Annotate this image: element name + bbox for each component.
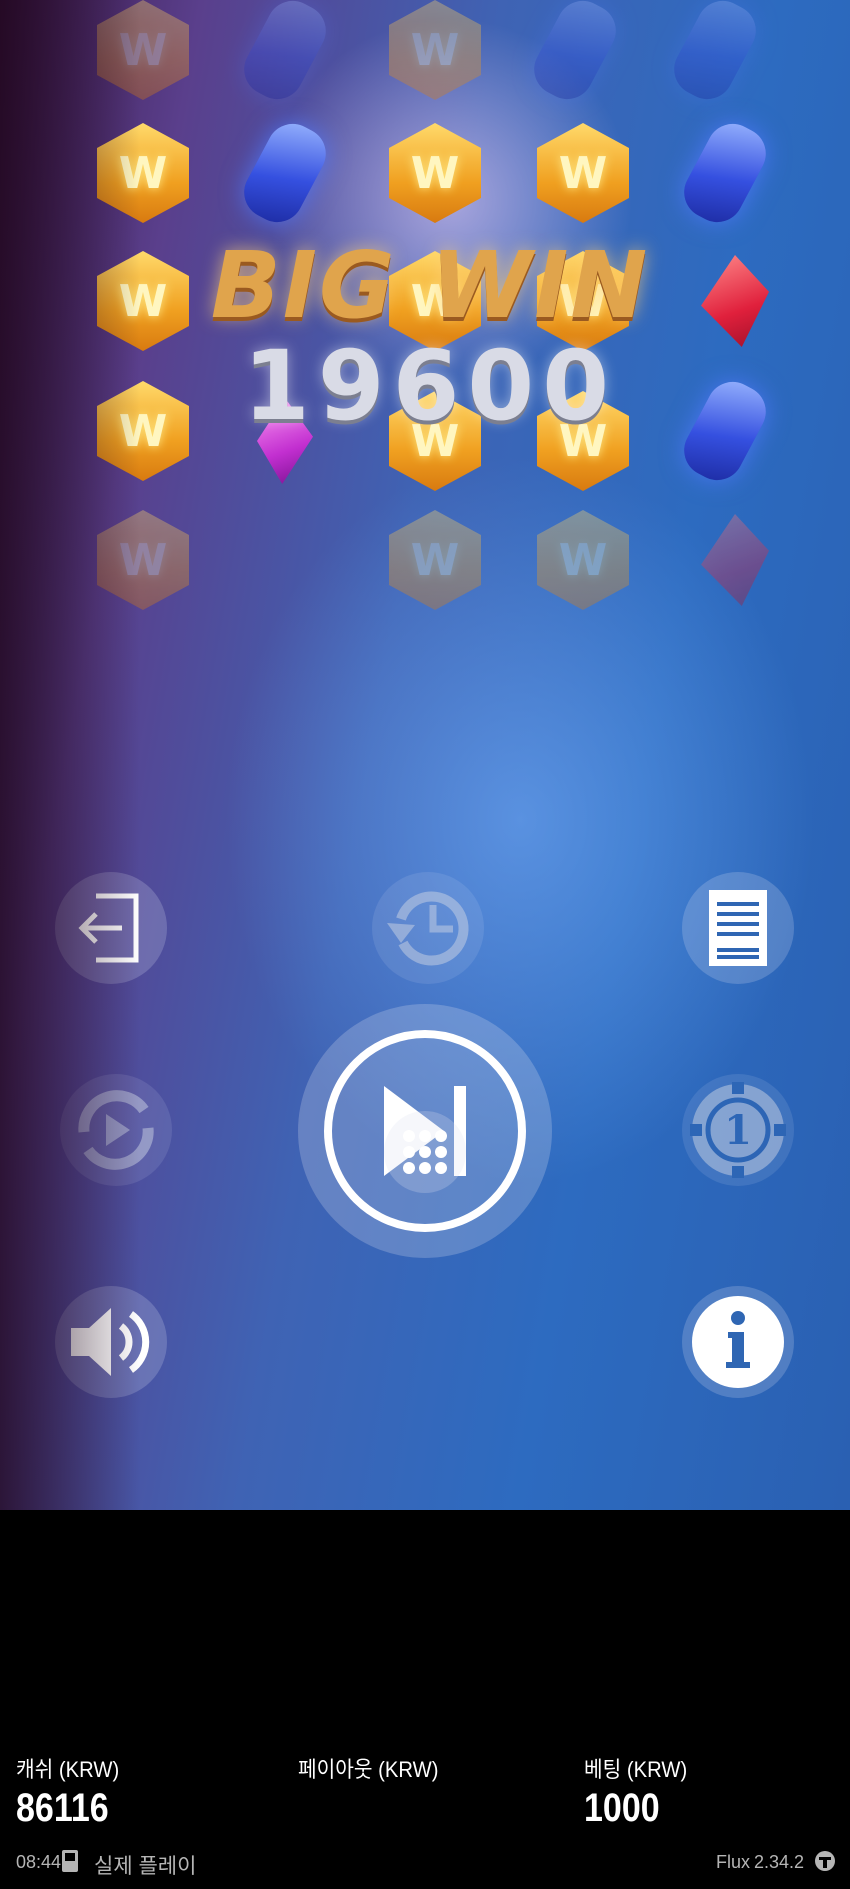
wild-symbol: W bbox=[88, 118, 198, 228]
wild-symbol: W bbox=[380, 0, 490, 105]
history-clock-icon bbox=[387, 891, 469, 966]
device-icon bbox=[62, 1850, 78, 1872]
autoplay-icon bbox=[78, 1090, 154, 1170]
big-win-title: BIG WIN bbox=[210, 232, 650, 339]
blue-gem-symbol bbox=[520, 0, 630, 109]
blue-gem-symbol bbox=[660, 0, 770, 109]
clock-time: 08:44 bbox=[16, 1852, 62, 1872]
brand-label: Flux bbox=[716, 1852, 751, 1872]
big-win-amount: 19600 bbox=[243, 330, 617, 442]
wild-symbol: W bbox=[528, 118, 638, 228]
blue-gem-symbol bbox=[230, 0, 340, 109]
exit-icon bbox=[78, 893, 139, 963]
menu-button[interactable] bbox=[384, 1111, 466, 1193]
paytable-button[interactable] bbox=[682, 872, 794, 984]
sound-button[interactable] bbox=[55, 1286, 167, 1398]
exit-button[interactable] bbox=[55, 872, 167, 984]
blue-gem-symbol bbox=[230, 114, 340, 232]
info-icon bbox=[692, 1296, 784, 1388]
document-icon bbox=[709, 890, 767, 966]
provider-logo-icon bbox=[815, 1851, 835, 1871]
bottom-bar bbox=[0, 1510, 850, 1889]
wild-symbol: W bbox=[380, 505, 490, 615]
speaker-icon bbox=[71, 1308, 150, 1376]
blue-gem-symbol bbox=[670, 114, 780, 232]
history-button[interactable] bbox=[372, 872, 484, 984]
wild-symbol: W bbox=[88, 505, 198, 615]
bet-label: 베팅 (KRW) bbox=[584, 1757, 688, 1782]
chip-icon: 1 bbox=[690, 1082, 786, 1178]
payout-label: 페이아웃 (KRW) bbox=[298, 1757, 439, 1782]
svg-text:1: 1 bbox=[724, 1107, 752, 1154]
wild-symbol: W bbox=[380, 118, 490, 228]
version-label: 2.34.2 bbox=[754, 1852, 805, 1872]
bet-button[interactable]: 1 bbox=[682, 1074, 794, 1186]
wild-symbol: W bbox=[88, 0, 198, 105]
cash-label: 캐쉬 (KRW) bbox=[16, 1757, 120, 1782]
cash-value: 86116 bbox=[16, 1786, 109, 1830]
grid-dots-icon bbox=[403, 1130, 447, 1174]
wild-symbol: W bbox=[528, 505, 638, 615]
bet-value: 1000 bbox=[584, 1786, 660, 1830]
red-gem-symbol bbox=[680, 505, 790, 615]
autoplay-button[interactable] bbox=[60, 1074, 172, 1186]
play-mode-label: 실제 플레이 bbox=[94, 1855, 197, 1878]
info-button[interactable] bbox=[682, 1286, 794, 1398]
game-area: W W W W W W W W W W W W W W BIG WIN 1960… bbox=[0, 0, 850, 1510]
